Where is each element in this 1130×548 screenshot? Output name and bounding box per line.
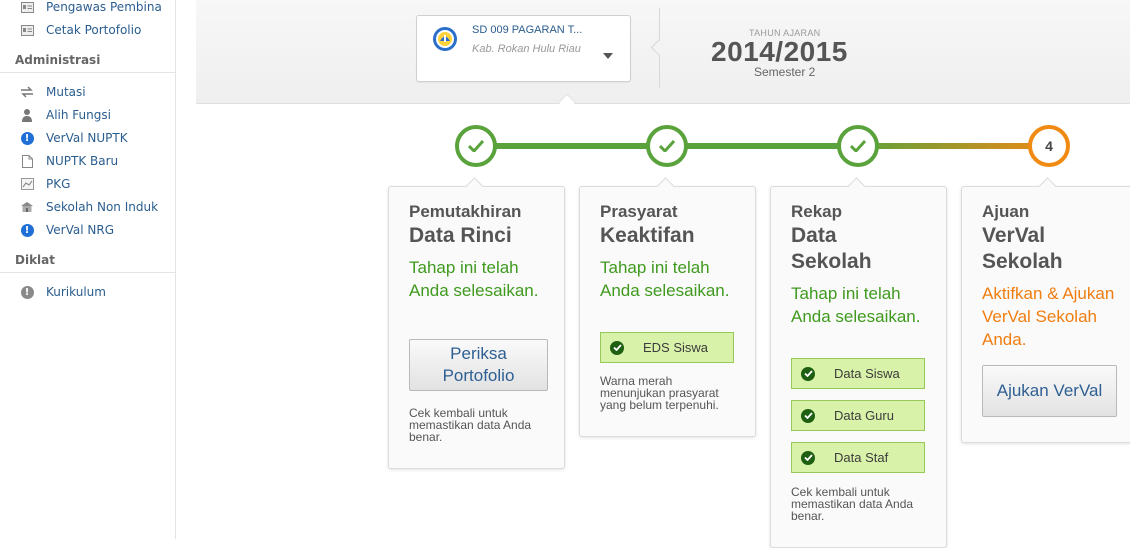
- check-data-siswa: Data Siswa: [791, 358, 925, 389]
- card-note: Cek kembali untuk memastikan data Anda b…: [791, 485, 914, 523]
- transfer-icon: [20, 85, 34, 99]
- sidebar-item-label: Mutasi: [46, 85, 86, 99]
- card-status: Tahap ini telah Anda selesaikan.: [600, 258, 730, 300]
- card-title: VerVal: [982, 224, 1046, 247]
- card-note: Cek kembali untuk memastikan data Anda b…: [409, 406, 532, 444]
- id-card-icon: [20, 0, 34, 14]
- sidebar-item-mutasi[interactable]: Mutasi: [20, 82, 86, 102]
- check-label: Data Staf: [834, 450, 889, 465]
- sidebar-item-sekolah-non-induk[interactable]: Sekolah Non Induk: [20, 197, 158, 217]
- sidebar-item-verval-nuptk[interactable]: ! VerVal NUPTK: [20, 128, 128, 148]
- info-icon: !: [20, 223, 34, 237]
- check-icon: [801, 450, 815, 465]
- school-select[interactable]: SD 009 PAGARAN T... Kab. Rokan Hulu Riau: [416, 15, 631, 82]
- step-4-indicator: 4: [1028, 125, 1070, 167]
- progress-line: [476, 143, 1049, 149]
- card-status: Tahap ini telah Anda selesaikan.: [409, 258, 539, 300]
- card-title: Data: [791, 224, 837, 247]
- sidebar-item-kurikulum[interactable]: ! Kurikulum: [20, 282, 106, 302]
- check-label: EDS Siswa: [643, 340, 709, 355]
- card-title: Prasyarat: [600, 202, 678, 221]
- sidebar-item-pengawas-pembina[interactable]: Pengawas Pembina: [20, 0, 162, 17]
- check-icon: [801, 408, 815, 423]
- document-icon: [20, 154, 34, 168]
- sidebar: Pengawas Pembina Cetak Portofolio Admini…: [0, 0, 176, 539]
- check-eds-siswa: EDS Siswa: [600, 332, 734, 363]
- card-title: Sekolah: [791, 250, 872, 273]
- sidebar-item-label: Kurikulum: [46, 285, 106, 299]
- step-2-indicator: [646, 125, 688, 167]
- card-status: Tahap ini telah Anda selesaikan.: [791, 284, 921, 326]
- check-icon: [658, 137, 676, 156]
- sidebar-item-verval-nrg[interactable]: ! VerVal NRG: [20, 220, 114, 240]
- header-divider-notch: [650, 39, 667, 56]
- check-icon: [801, 366, 815, 381]
- sidebar-item-alih-fungsi[interactable]: Alih Fungsi: [20, 105, 111, 125]
- card-title: Pemutakhiran: [409, 202, 522, 221]
- sidebar-item-cetak-portofolio[interactable]: Cetak Portofolio: [20, 20, 141, 40]
- sidebar-item-label: PKG: [46, 177, 71, 191]
- card-status: Aktifkan & Ajukan VerVal Sekolah Anda.: [982, 284, 1115, 349]
- tut-wuri-handayani-logo-icon: [432, 26, 458, 56]
- step-3-indicator: [837, 125, 879, 167]
- sidebar-item-label: Cetak Portofolio: [46, 23, 142, 37]
- periksa-portofolio-button[interactable]: Periksa Portofolio: [409, 339, 548, 391]
- check-icon: [849, 137, 867, 156]
- header: SD 009 PAGARAN T... Kab. Rokan Hulu Riau…: [196, 0, 1130, 104]
- card-title: Data Rinci: [409, 224, 512, 247]
- check-data-guru: Data Guru: [791, 400, 925, 431]
- sidebar-item-label: VerVal NUPTK: [46, 131, 128, 145]
- sidebar-item-label: Sekolah Non Induk: [46, 200, 159, 214]
- check-icon: [610, 340, 624, 355]
- check-label: Data Guru: [834, 408, 894, 423]
- step-4-number: 4: [1045, 138, 1053, 154]
- sidebar-item-label: VerVal NRG: [46, 223, 114, 237]
- person-icon: [20, 108, 34, 122]
- card-notch: [465, 177, 484, 196]
- sidebar-item-nuptk-baru[interactable]: NUPTK Baru: [20, 151, 118, 171]
- school-icon: [20, 200, 34, 214]
- card-title: Keaktifan: [600, 224, 695, 247]
- sidebar-section-administrasi: Administrasi: [0, 47, 175, 73]
- card-prasyarat: Prasyarat Keaktifan Tahap ini telah Anda…: [579, 177, 756, 437]
- card-title: Sekolah: [982, 250, 1063, 273]
- check-label: Data Siswa: [834, 366, 900, 381]
- sidebar-item-label: NUPTK Baru: [46, 154, 119, 168]
- id-card-icon: [20, 23, 34, 37]
- semester-label: Semester 2: [754, 65, 816, 79]
- sidebar-section-diklat: Diklat: [0, 247, 175, 273]
- check-icon: [467, 137, 485, 156]
- card-title: Ajuan: [982, 202, 1030, 221]
- check-data-staf: Data Staf: [791, 442, 925, 473]
- card-notch: [1038, 177, 1057, 196]
- tahun-ajaran-value: 2014/2015: [711, 36, 848, 67]
- card-rekap-data-sekolah: Rekap Data Sekolah Tahap ini telah Anda …: [770, 177, 947, 548]
- info-icon: !: [20, 131, 34, 145]
- chart-icon: [20, 177, 34, 191]
- card-ajuan-verval-sekolah: Ajuan VerVal Sekolah Aktifkan & Ajukan V…: [961, 177, 1130, 443]
- card-pemutakhiran: Pemutakhiran Data Rinci Tahap ini telah …: [388, 177, 565, 469]
- card-note: Warna merah menunjukan prasyarat yang be…: [600, 374, 719, 412]
- info-grey-icon: !: [20, 285, 34, 299]
- card-notch: [847, 177, 866, 196]
- school-region: Kab. Rokan Hulu Riau: [472, 43, 581, 55]
- ajukan-verval-button[interactable]: Ajukan VerVal: [982, 365, 1117, 417]
- sidebar-item-label: Pengawas Pembina: [46, 0, 162, 14]
- chevron-down-icon[interactable]: [603, 44, 613, 63]
- sidebar-item-label: Alih Fungsi: [46, 108, 111, 122]
- card-title: Rekap: [791, 202, 843, 221]
- school-name: SD 009 PAGARAN T...: [472, 24, 583, 36]
- step-1-indicator: [455, 125, 497, 167]
- card-notch: [656, 177, 675, 196]
- sidebar-item-pkg[interactable]: PKG: [20, 174, 70, 194]
